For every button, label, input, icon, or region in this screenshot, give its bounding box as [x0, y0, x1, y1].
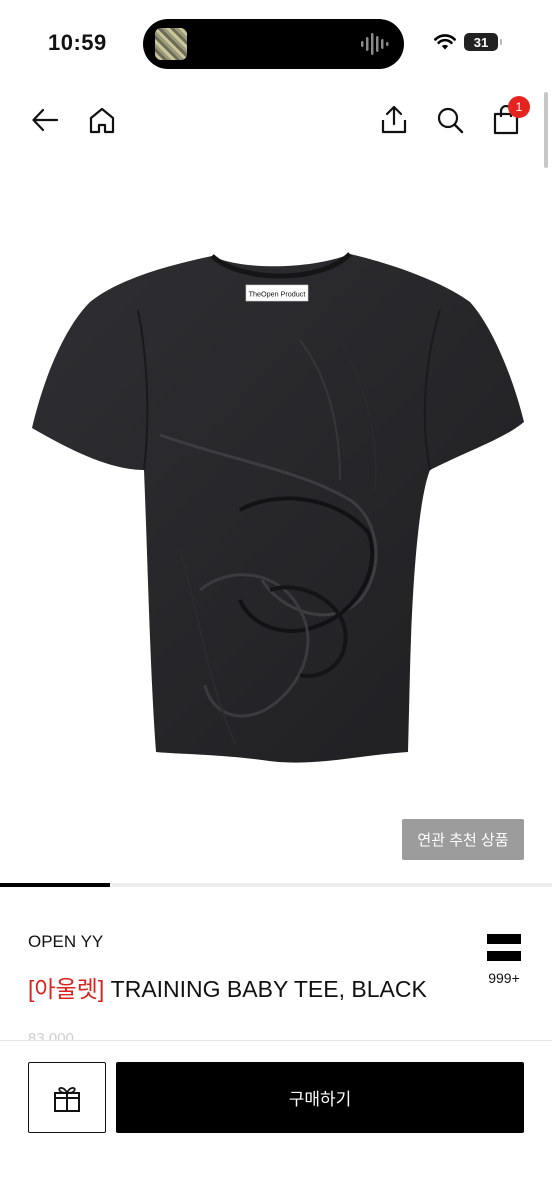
home-button[interactable]: [82, 100, 122, 140]
status-time: 10:59: [48, 30, 107, 55]
review-summary[interactable]: 999+: [482, 934, 526, 986]
dynamic-island[interactable]: [143, 19, 404, 69]
buy-button[interactable]: 구매하기: [116, 1062, 524, 1133]
review-bars-icon: [487, 934, 521, 961]
t-shirt-illustration: TheOpen Product: [32, 252, 524, 763]
back-arrow-icon: [32, 108, 59, 132]
top-navigation: 1: [0, 92, 552, 148]
product-name: TRAINING BABY TEE, BLACK: [104, 976, 427, 1002]
gift-icon: [54, 1086, 80, 1112]
neck-label-text: TheOpen Product: [249, 290, 306, 299]
gift-button[interactable]: [28, 1062, 106, 1133]
brand-name[interactable]: OPEN YY: [28, 932, 103, 952]
status-indicators: 31: [434, 33, 502, 51]
product-image[interactable]: TheOpen Product: [0, 170, 552, 850]
share-icon: [381, 105, 407, 134]
image-gallery-progress: [0, 883, 552, 887]
related-products-button[interactable]: 연관 추천 상품: [402, 819, 524, 860]
cart-count-badge: 1: [508, 96, 530, 118]
back-button[interactable]: [25, 100, 65, 140]
now-playing-artwork: [155, 28, 187, 60]
share-button[interactable]: [374, 100, 414, 140]
cart-button[interactable]: 1: [486, 96, 530, 140]
audio-waveform-icon: [361, 33, 389, 55]
search-icon: [437, 107, 464, 134]
status-bar: 10:59 31: [0, 0, 552, 88]
review-count: 999+: [488, 970, 520, 986]
outlet-tag: [아울렛]: [28, 976, 105, 1002]
gallery-progress-fill: [0, 883, 111, 887]
battery-level: 31: [473, 34, 489, 50]
battery-icon: 31: [464, 33, 502, 51]
bottom-action-bar: 구매하기: [0, 1040, 552, 1200]
wifi-icon: [434, 34, 456, 50]
product-title: [아울렛] TRAINING BABY TEE, BLACK: [28, 970, 427, 1004]
scrollbar[interactable]: [544, 92, 548, 168]
search-button[interactable]: [430, 100, 470, 140]
home-icon: [89, 107, 115, 134]
